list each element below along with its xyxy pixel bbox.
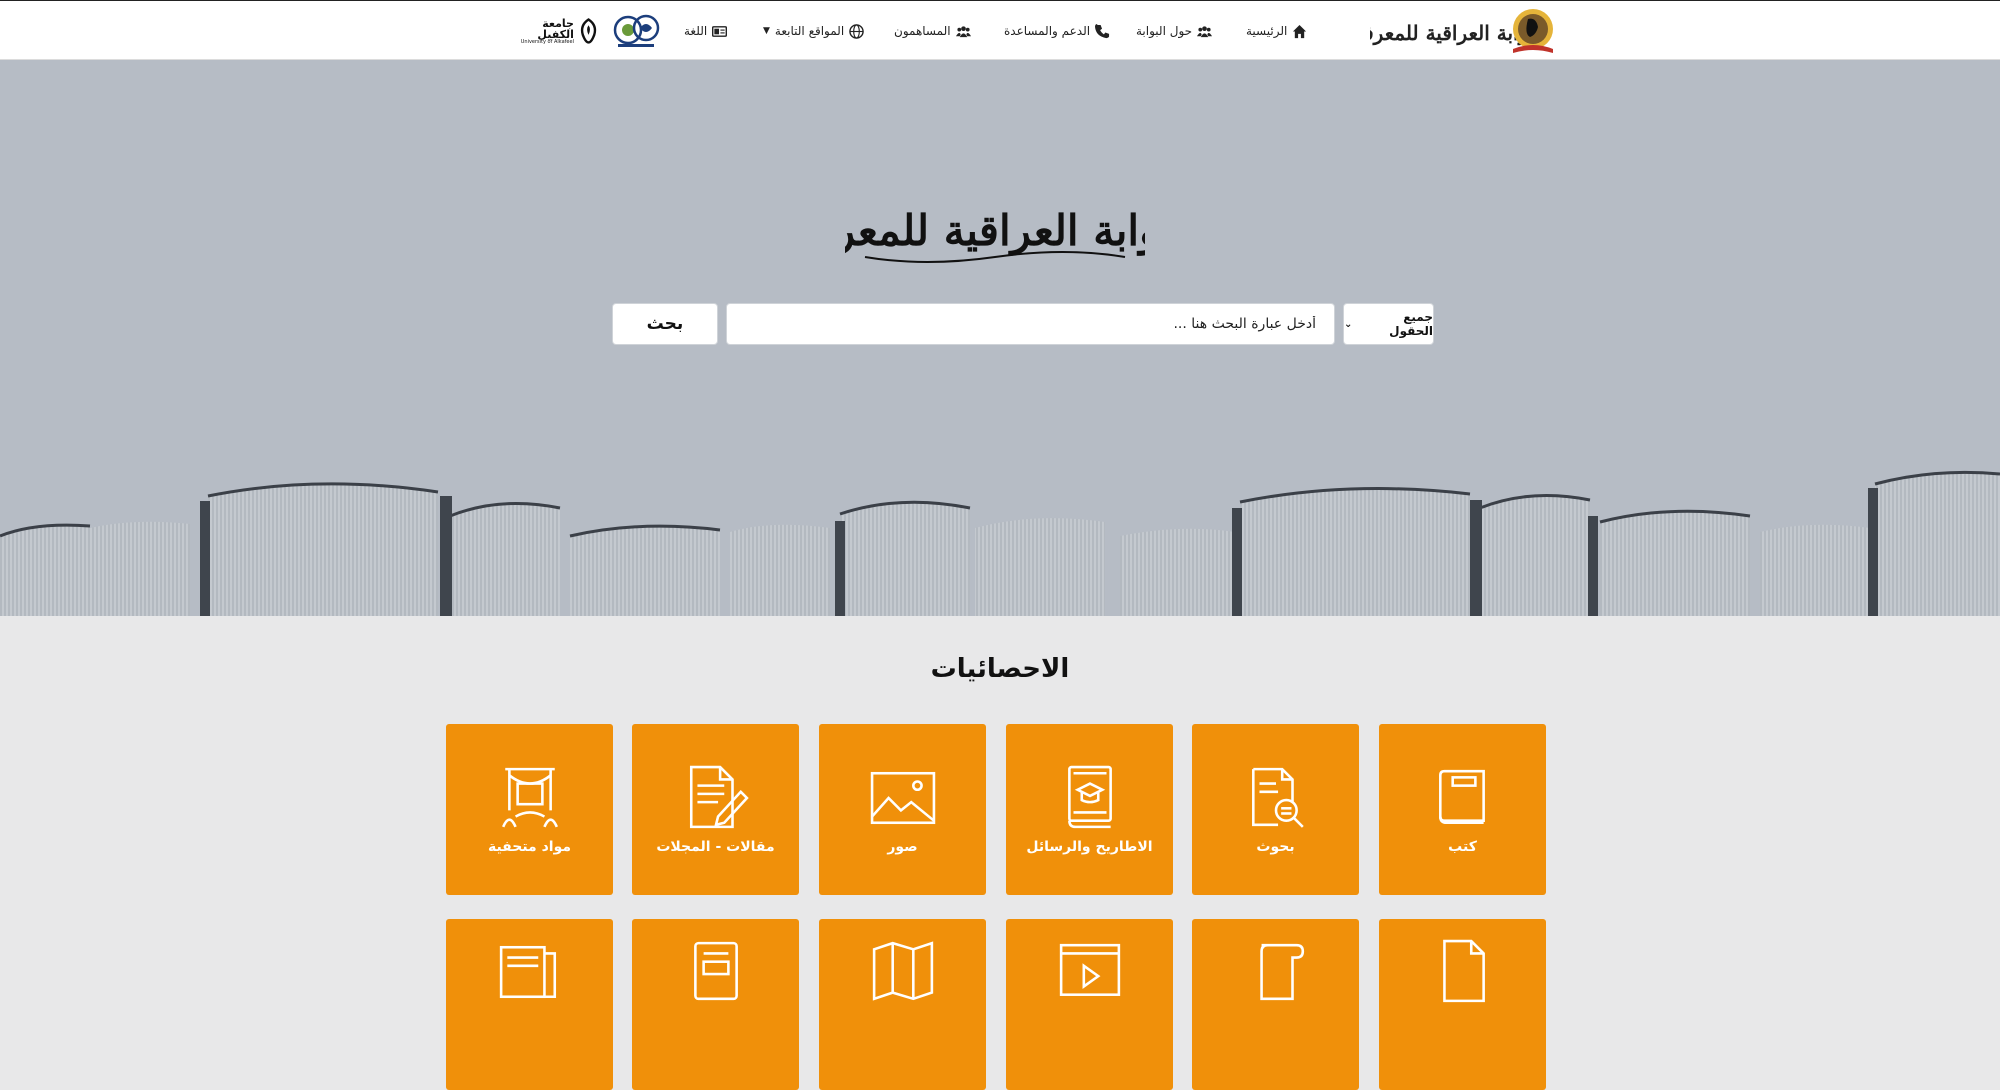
nav-affiliated-sites[interactable]: المواقع التابعة ▼ — [763, 21, 864, 41]
nav-support-label: الدعم والمساعدة — [1004, 24, 1091, 38]
image-icon — [870, 771, 935, 824]
thesis-icon — [1067, 765, 1112, 828]
search-scope-select[interactable]: جميع الحقول ⌄ — [1343, 303, 1434, 345]
stat-tile-research[interactable]: بحوث — [1192, 724, 1359, 895]
search-button[interactable]: بحث — [612, 303, 718, 345]
stat-tile-images[interactable]: صور — [819, 724, 986, 895]
nav-contributors-label: المساهمون — [894, 24, 951, 38]
nav-affiliated-sites-label: المواقع التابعة — [774, 24, 845, 38]
nav-about[interactable]: حول البوابة — [1136, 21, 1213, 41]
chevron-down-icon: ⌄ — [1344, 318, 1353, 330]
site-logo[interactable]: البوابة العراقية للمعرفة — [1370, 5, 1555, 57]
magazine-icon — [499, 945, 556, 999]
stat-tile-museum[interactable]: مواد متحفية — [446, 724, 613, 895]
stat-tile-articles[interactable]: مقالات - المجلات — [632, 724, 799, 895]
alkafeel-emblem-icon — [580, 18, 597, 44]
nav-about-label: حول البوابة — [1136, 24, 1193, 38]
stat-tile-research-label: بحوث — [1256, 838, 1295, 855]
newspaper-icon — [693, 941, 738, 1001]
stat-tile-theses-label: الاطاريح والرسائل — [1026, 838, 1153, 855]
hero-title-logo: البوابة العراقية للمعرفة — [845, 206, 1145, 263]
search-scope-label: جميع الحقول — [1389, 310, 1433, 338]
stat-tile-magazines[interactable] — [446, 919, 613, 1090]
stat-tile-documents[interactable] — [1379, 919, 1546, 1090]
nav-home[interactable]: الرئيسية — [1246, 21, 1307, 41]
stats-title: الاحصائيات — [930, 654, 1070, 684]
svg-text:البوابة العراقية للمعرفة: البوابة العراقية للمعرفة — [845, 206, 1145, 256]
alkafeel-wordmark-en: University of Alkafeel — [520, 38, 574, 45]
language-icon — [712, 25, 728, 37]
stat-tile-maps[interactable] — [819, 919, 986, 1090]
nav-contributors[interactable]: المساهمون — [894, 21, 971, 41]
caret-down-icon: ▼ — [763, 26, 770, 36]
museum-icon — [501, 767, 558, 827]
search-input[interactable] — [726, 303, 1335, 345]
stat-tile-books-label: كتب — [1448, 838, 1477, 855]
stat-tile-videos[interactable] — [1006, 919, 1173, 1090]
map-icon — [872, 941, 933, 1001]
article-icon — [689, 765, 749, 828]
phone-icon — [1095, 23, 1110, 38]
partner-logo-alkafeel[interactable]: جامعة الكفيل University of Alkafeel — [505, 15, 599, 47]
scroll-icon — [1259, 943, 1304, 1001]
users-icon — [955, 25, 971, 37]
alkafeel-wordmark: جامعة الكفيل University of Alkafeel — [505, 18, 574, 45]
book-icon — [1438, 769, 1485, 824]
stat-tile-theses[interactable]: الاطاريح والرسائل — [1006, 724, 1173, 895]
document-icon — [1442, 939, 1485, 1003]
alkafeel-wordmark-ar: جامعة الكفيل — [537, 16, 574, 41]
nav-language-label: اللغة — [684, 24, 708, 38]
stat-tile-images-label: صور — [887, 838, 918, 855]
stat-tile-museum-label: مواد متحفية — [487, 838, 572, 855]
top-navbar: البوابة العراقية للمعرفة الرئيسية حول ال… — [0, 1, 2000, 60]
stat-tile-books[interactable]: كتب — [1379, 724, 1546, 895]
partner-logo-library[interactable] — [612, 13, 660, 49]
nav-support[interactable]: الدعم والمساعدة — [1004, 21, 1110, 41]
globe-icon — [849, 23, 864, 39]
users-icon — [1197, 25, 1213, 37]
stat-tile-manuscripts[interactable] — [1192, 919, 1359, 1090]
stat-tile-articles-label: مقالات - المجلات — [656, 838, 775, 855]
video-icon — [1059, 943, 1120, 996]
books-decoration — [0, 470, 2000, 616]
nav-language[interactable]: اللغة — [684, 21, 728, 41]
home-icon — [1293, 24, 1307, 38]
research-icon — [1251, 767, 1304, 828]
search-button-label: بحث — [646, 314, 684, 334]
nav-home-label: الرئيسية — [1246, 24, 1288, 38]
stat-tile-newspapers[interactable] — [632, 919, 799, 1090]
hero-section: البوابة العراقية للمعرفة جميع الحقول ⌄ ب… — [0, 60, 2000, 616]
